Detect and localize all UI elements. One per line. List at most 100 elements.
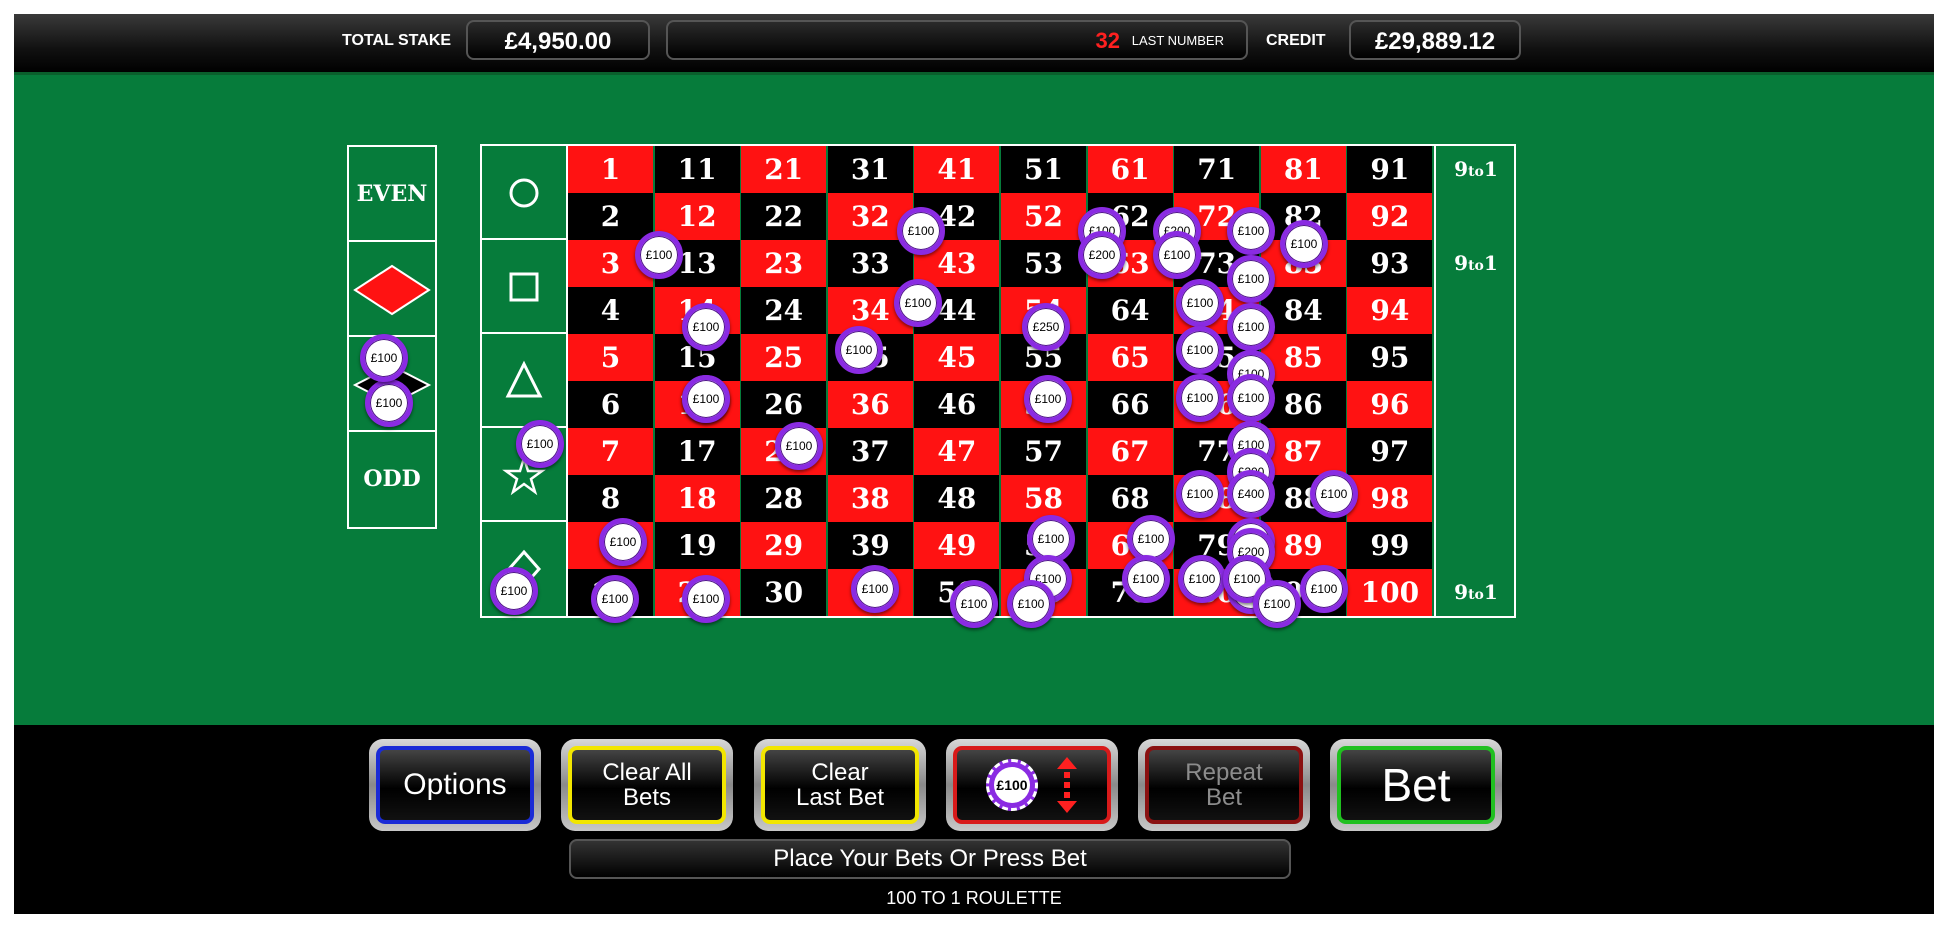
- side-bet-chip[interactable]: £100: [360, 334, 408, 382]
- repeat-bet-button[interactable]: Repeat Bet: [1138, 739, 1310, 831]
- bet-chip[interactable]: £100: [1227, 374, 1275, 422]
- number-cell-48[interactable]: 48: [914, 475, 1000, 522]
- bet-chip[interactable]: £100: [1178, 555, 1226, 603]
- bet-chip[interactable]: £100: [1310, 470, 1358, 518]
- number-cell-5[interactable]: 5: [568, 334, 653, 381]
- number-cell-47[interactable]: 47: [914, 428, 1000, 475]
- number-cell-37[interactable]: 37: [827, 428, 913, 475]
- bet-chip[interactable]: £100: [1227, 303, 1275, 351]
- red-diamond-bet[interactable]: [349, 242, 435, 337]
- number-cell-66[interactable]: 66: [1087, 381, 1173, 428]
- number-cell-28[interactable]: 28: [741, 475, 827, 522]
- clear-all-bets-button[interactable]: Clear All Bets: [561, 739, 733, 831]
- number-cell-6[interactable]: 6: [568, 381, 653, 428]
- bet-chip[interactable]: £100: [490, 567, 538, 615]
- bet-chip[interactable]: £100: [1280, 220, 1328, 268]
- odd-bet[interactable]: ODD: [349, 432, 435, 527]
- bet-chip[interactable]: £100: [1176, 470, 1224, 518]
- payout-row-bet[interactable]: [1434, 193, 1516, 240]
- bet-chip[interactable]: £100: [1176, 326, 1224, 374]
- number-cell-49[interactable]: 49: [914, 522, 1000, 569]
- bet-chip[interactable]: £100: [1253, 580, 1301, 628]
- number-cell-57[interactable]: 57: [1001, 428, 1086, 475]
- number-cell-38[interactable]: 38: [827, 475, 913, 522]
- number-cell-91[interactable]: 91: [1347, 146, 1433, 193]
- bet-chip[interactable]: £100: [516, 420, 564, 468]
- number-cell-23[interactable]: 23: [741, 240, 827, 287]
- number-cell-29[interactable]: 29: [741, 522, 827, 569]
- bet-chip[interactable]: £100: [1007, 580, 1055, 628]
- number-cell-33[interactable]: 33: [827, 240, 913, 287]
- bet-chip[interactable]: £100: [1227, 255, 1275, 303]
- clear-last-bet-button[interactable]: Clear Last Bet: [754, 739, 926, 831]
- number-cell-71[interactable]: 71: [1174, 146, 1260, 193]
- number-cell-53[interactable]: 53: [1001, 240, 1086, 287]
- bet-chip[interactable]: £100: [1227, 207, 1275, 255]
- bet-button[interactable]: Bet: [1330, 739, 1502, 831]
- up-down-arrow-icon[interactable]: [1056, 757, 1078, 813]
- bet-chip[interactable]: £100: [365, 379, 413, 427]
- number-cell-65[interactable]: 65: [1087, 334, 1173, 381]
- number-cell-41[interactable]: 41: [914, 146, 1000, 193]
- bet-chip[interactable]: £100: [1176, 279, 1224, 327]
- number-cell-97[interactable]: 97: [1347, 428, 1433, 475]
- bet-chip[interactable]: £200: [1078, 231, 1126, 279]
- number-cell-19[interactable]: 19: [654, 522, 740, 569]
- bet-chip[interactable]: £100: [635, 231, 683, 279]
- number-cell-2[interactable]: 2: [568, 193, 653, 240]
- bet-chip[interactable]: £100: [1153, 231, 1201, 279]
- number-cell-98[interactable]: 98: [1347, 475, 1433, 522]
- number-cell-18[interactable]: 18: [654, 475, 740, 522]
- number-cell-94[interactable]: 94: [1347, 287, 1433, 334]
- number-cell-4[interactable]: 4: [568, 287, 653, 334]
- chip-value-selector[interactable]: £100: [946, 739, 1118, 831]
- number-cell-45[interactable]: 45: [914, 334, 1000, 381]
- number-cell-51[interactable]: 51: [1001, 146, 1086, 193]
- payout-row-bet[interactable]: [1434, 334, 1516, 381]
- options-button[interactable]: Options: [369, 739, 541, 831]
- number-cell-92[interactable]: 92: [1347, 193, 1433, 240]
- number-cell-100[interactable]: 100: [1347, 569, 1433, 616]
- bet-chip[interactable]: £100: [851, 565, 899, 613]
- number-cell-99[interactable]: 99: [1347, 522, 1433, 569]
- number-cell-67[interactable]: 67: [1087, 428, 1173, 475]
- square-column-bet[interactable]: [482, 240, 568, 334]
- number-cell-46[interactable]: 46: [914, 381, 1000, 428]
- bet-chip[interactable]: £100: [897, 207, 945, 255]
- number-cell-1[interactable]: 1: [568, 146, 653, 193]
- bet-chip[interactable]: £100: [591, 575, 639, 623]
- bet-chip[interactable]: £400: [1227, 470, 1275, 518]
- circle-column-bet[interactable]: [482, 146, 568, 240]
- number-cell-39[interactable]: 39: [827, 522, 913, 569]
- number-cell-93[interactable]: 93: [1347, 240, 1433, 287]
- number-cell-81[interactable]: 81: [1260, 146, 1346, 193]
- bet-chip[interactable]: £250: [1022, 303, 1070, 351]
- bet-chip[interactable]: £100: [894, 279, 942, 327]
- number-cell-26[interactable]: 26: [741, 381, 827, 428]
- bet-chip[interactable]: £100: [682, 375, 730, 423]
- number-cell-96[interactable]: 96: [1347, 381, 1433, 428]
- payout-row-bet[interactable]: [1434, 428, 1516, 475]
- number-cell-17[interactable]: 17: [654, 428, 740, 475]
- number-cell-8[interactable]: 8: [568, 475, 653, 522]
- payout-row-bet[interactable]: [1434, 287, 1516, 334]
- number-cell-7[interactable]: 7: [568, 428, 653, 475]
- bet-chip[interactable]: £100: [775, 422, 823, 470]
- bet-chip[interactable]: £100: [1122, 555, 1170, 603]
- payout-row-bet[interactable]: [1434, 381, 1516, 428]
- triangle-column-bet[interactable]: [482, 334, 568, 428]
- payout-row-bet[interactable]: [1434, 522, 1516, 569]
- number-cell-61[interactable]: 61: [1087, 146, 1173, 193]
- number-cell-68[interactable]: 68: [1087, 475, 1173, 522]
- number-cell-95[interactable]: 95: [1347, 334, 1433, 381]
- number-cell-25[interactable]: 25: [741, 334, 827, 381]
- number-cell-52[interactable]: 52: [1001, 193, 1086, 240]
- even-bet[interactable]: EVEN: [349, 147, 435, 242]
- number-cell-31[interactable]: 31: [827, 146, 913, 193]
- bet-chip[interactable]: £100: [835, 326, 883, 374]
- bet-chip[interactable]: £100: [1024, 375, 1072, 423]
- number-cell-36[interactable]: 36: [827, 381, 913, 428]
- payout-row-bet[interactable]: [1434, 475, 1516, 522]
- number-cell-22[interactable]: 22: [741, 193, 827, 240]
- bet-chip[interactable]: £100: [682, 303, 730, 351]
